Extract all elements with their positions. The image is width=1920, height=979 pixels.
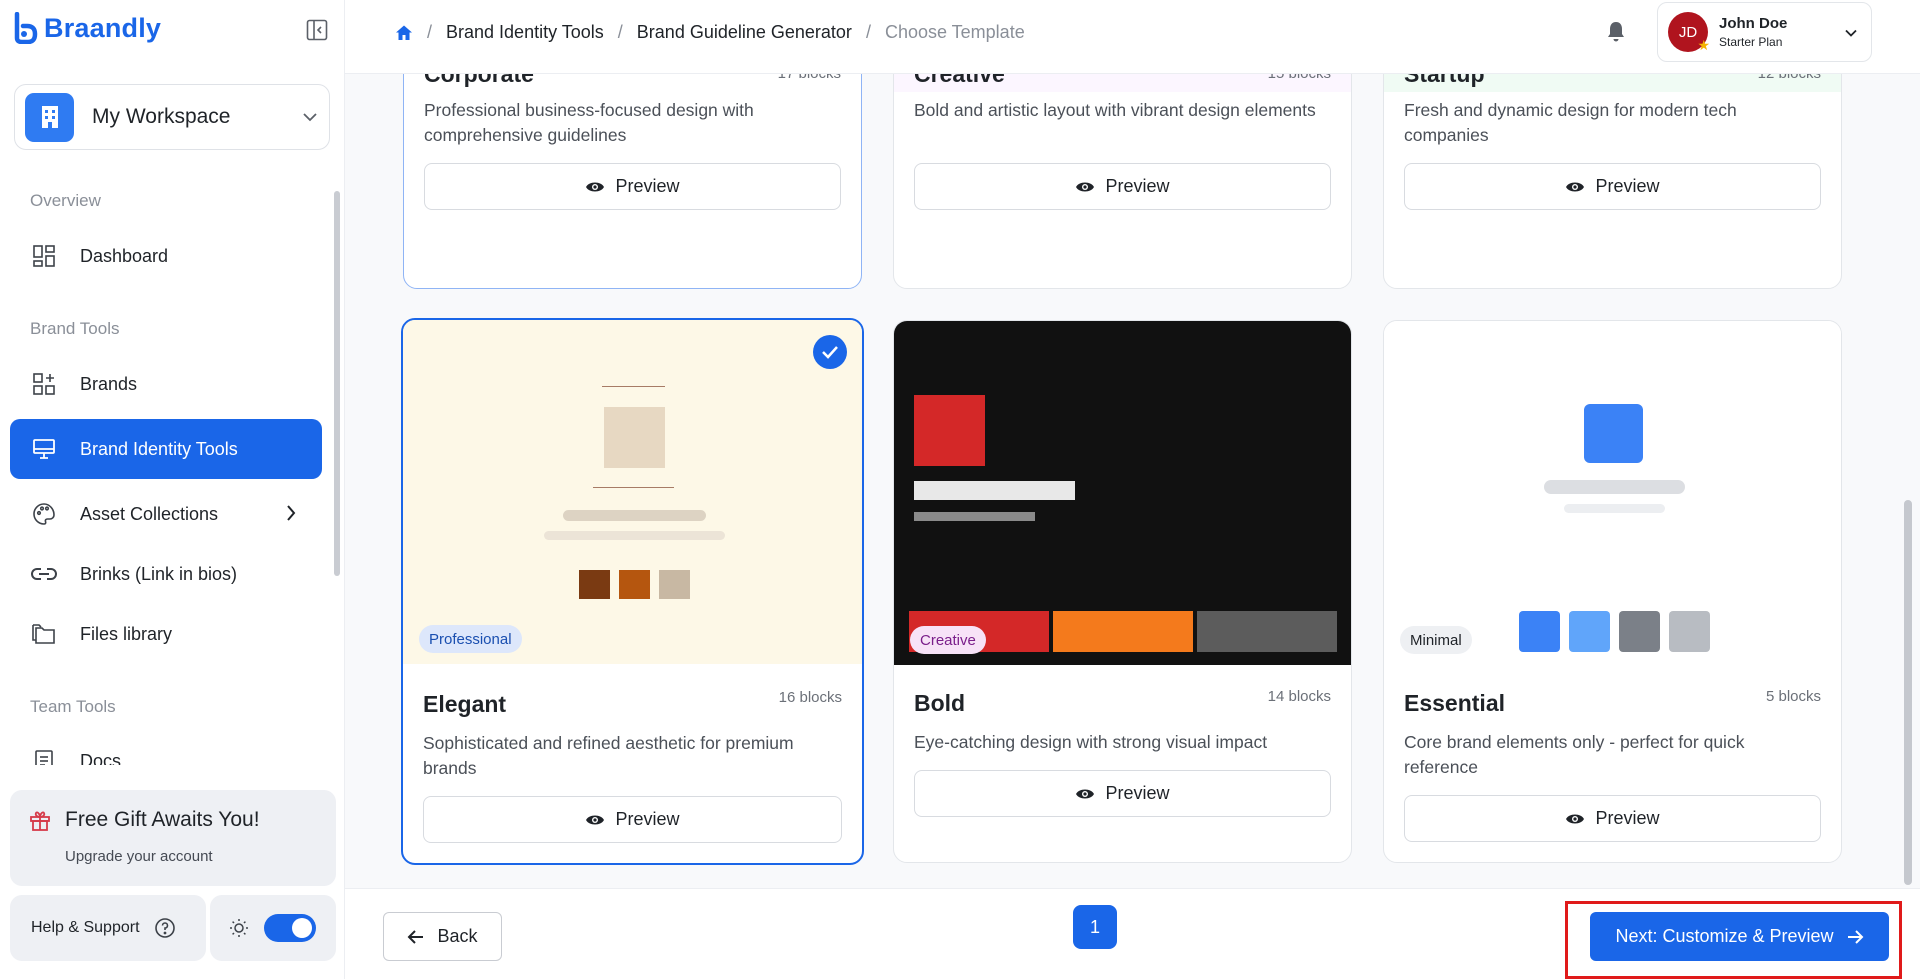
presentation-icon bbox=[30, 435, 58, 463]
gift-icon bbox=[28, 808, 52, 837]
template-block-count: 5 blocks bbox=[1765, 688, 1821, 705]
template-card-elegant[interactable]: Professional Elegant 16 blocks Sophistic… bbox=[401, 318, 864, 865]
upgrade-promo-card[interactable]: Free Gift Awaits You! Upgrade your accou… bbox=[10, 790, 336, 886]
breadcrumb-current: Choose Template bbox=[884, 22, 1025, 42]
preview-button[interactable]: Preview bbox=[1404, 795, 1821, 842]
building-icon bbox=[25, 92, 74, 142]
page-button-1[interactable]: 1 bbox=[1073, 905, 1117, 949]
user-plan: Starter Plan bbox=[1719, 35, 1783, 49]
collapse-sidebar-button[interactable] bbox=[304, 17, 330, 43]
template-title: Bold bbox=[914, 690, 966, 716]
template-description: Professional business-focused design wit… bbox=[424, 100, 754, 145]
back-button[interactable]: Back bbox=[383, 912, 502, 961]
sidebar-item-label: Brinks (Link in bios) bbox=[80, 563, 238, 584]
sidebar-item-brinks[interactable]: Brinks (Link in bios) bbox=[10, 544, 322, 604]
sidebar-item-label: Brand Identity Tools bbox=[80, 438, 238, 459]
folders-icon bbox=[30, 620, 58, 648]
theme-toggle[interactable] bbox=[264, 914, 316, 942]
wizard-footer: Back 1 Next: Customize & Preview bbox=[345, 888, 1920, 979]
sidebar-item-label: Docs bbox=[80, 750, 122, 766]
nav-section-team-tools: Team Tools bbox=[30, 697, 116, 716]
question-circle-icon bbox=[154, 918, 175, 938]
template-description: Sophisticated and refined aesthetic for … bbox=[423, 733, 794, 778]
template-description: Fresh and dynamic design for modern tech… bbox=[1404, 100, 1737, 145]
breadcrumb-brand-guideline-generator[interactable]: Brand Guideline Generator bbox=[637, 22, 852, 43]
star-icon: ★ bbox=[1697, 37, 1710, 53]
next-customize-preview-button[interactable]: Next: Customize & Preview bbox=[1590, 912, 1889, 961]
sidebar-item-dashboard[interactable]: Dashboard bbox=[10, 226, 322, 286]
eye-icon bbox=[1566, 182, 1585, 191]
sidebar-collapse-icon bbox=[306, 19, 328, 41]
user-menu[interactable]: JD ★ John Doe Starter Plan bbox=[1657, 2, 1872, 62]
braandly-logo-icon bbox=[14, 12, 38, 44]
chevron-right-icon bbox=[287, 505, 296, 521]
help-support-label: Help & Support bbox=[31, 919, 140, 936]
home-icon[interactable] bbox=[395, 24, 413, 42]
sidebar-item-docs[interactable]: Docs bbox=[10, 731, 322, 765]
eye-icon bbox=[586, 182, 605, 191]
notifications-button[interactable] bbox=[1605, 20, 1627, 49]
preview-button[interactable]: Preview bbox=[914, 163, 1331, 210]
sidebar-item-label: Dashboard bbox=[80, 245, 169, 266]
eye-icon bbox=[586, 815, 605, 824]
workspace-name: My Workspace bbox=[92, 105, 231, 128]
sidebar-item-files-library[interactable]: Files library bbox=[10, 604, 322, 664]
preview-button[interactable]: Preview bbox=[424, 163, 841, 210]
breadcrumb-brand-identity-tools[interactable]: Brand Identity Tools bbox=[446, 22, 604, 43]
sidebar-item-brands[interactable]: Brands bbox=[10, 354, 322, 414]
app-logo[interactable]: Braandly bbox=[14, 12, 161, 44]
nav-section-brand-tools: Brand Tools bbox=[30, 319, 120, 338]
chevron-down-icon bbox=[1845, 29, 1857, 37]
palette-icon bbox=[30, 500, 58, 528]
eye-icon bbox=[1076, 182, 1095, 191]
sidebar-item-label: Files library bbox=[80, 623, 173, 644]
sidebar-item-label: Brands bbox=[80, 373, 138, 394]
template-block-count: 16 blocks bbox=[778, 689, 842, 706]
arrow-left-icon bbox=[408, 929, 424, 944]
help-support-button[interactable]: Help & Support bbox=[10, 895, 206, 961]
sun-icon bbox=[230, 919, 248, 937]
preview-button[interactable]: Preview bbox=[914, 770, 1331, 817]
theme-switcher bbox=[210, 895, 336, 961]
preview-button[interactable]: Preview bbox=[423, 796, 842, 843]
sidebar-item-label: Asset Collections bbox=[80, 503, 219, 524]
avatar: JD ★ bbox=[1668, 12, 1710, 53]
sidebar: Braandly My Workspace Overview Dashboard… bbox=[0, 0, 345, 979]
template-card-essential[interactable]: Minimal Essential 5 blocks Core brand el… bbox=[1383, 320, 1842, 863]
promo-title: Free Gift Awaits You! bbox=[65, 808, 260, 831]
preview-button[interactable]: Preview bbox=[1404, 163, 1821, 210]
eye-icon bbox=[1076, 789, 1095, 798]
workspace-selector[interactable]: My Workspace bbox=[14, 84, 330, 150]
top-header: / Brand Identity Tools / Brand Guideline… bbox=[345, 0, 1920, 74]
app-name: Braandly bbox=[44, 12, 162, 43]
sidebar-nav: Overview Dashboard Brand Tools Brands Br… bbox=[0, 175, 345, 765]
template-description: Bold and artistic layout with vibrant de… bbox=[914, 100, 1316, 120]
template-block-count: 14 blocks bbox=[1267, 688, 1331, 705]
link-icon bbox=[30, 560, 58, 588]
template-description: Eye-catching design with strong visual i… bbox=[914, 732, 1268, 752]
breadcrumb: / Brand Identity Tools / Brand Guideline… bbox=[395, 22, 1025, 43]
nav-section-overview: Overview bbox=[30, 191, 101, 210]
user-name: John Doe bbox=[1719, 15, 1788, 32]
sidebar-item-asset-collections[interactable]: Asset Collections bbox=[10, 484, 322, 544]
document-icon bbox=[30, 747, 58, 765]
chevron-down-icon bbox=[303, 113, 317, 122]
template-title: Essential bbox=[1404, 690, 1505, 716]
template-title: Elegant bbox=[423, 691, 507, 717]
template-description: Core brand elements only - perfect for q… bbox=[1404, 732, 1745, 777]
sidebar-item-brand-identity-tools[interactable]: Brand Identity Tools bbox=[10, 419, 322, 479]
bell-icon bbox=[1608, 22, 1624, 42]
template-card-bold[interactable]: Creative Bold 14 blocks Eye-catching des… bbox=[893, 320, 1352, 863]
eye-icon bbox=[1566, 814, 1585, 823]
arrow-right-icon bbox=[1847, 929, 1863, 944]
grid-plus-icon bbox=[30, 370, 58, 398]
promo-subtitle: Upgrade your account bbox=[65, 848, 213, 865]
sidebar-scrollbar[interactable] bbox=[333, 183, 341, 765]
dashboard-icon bbox=[30, 242, 58, 270]
main-scrollbar[interactable] bbox=[1904, 500, 1912, 885]
